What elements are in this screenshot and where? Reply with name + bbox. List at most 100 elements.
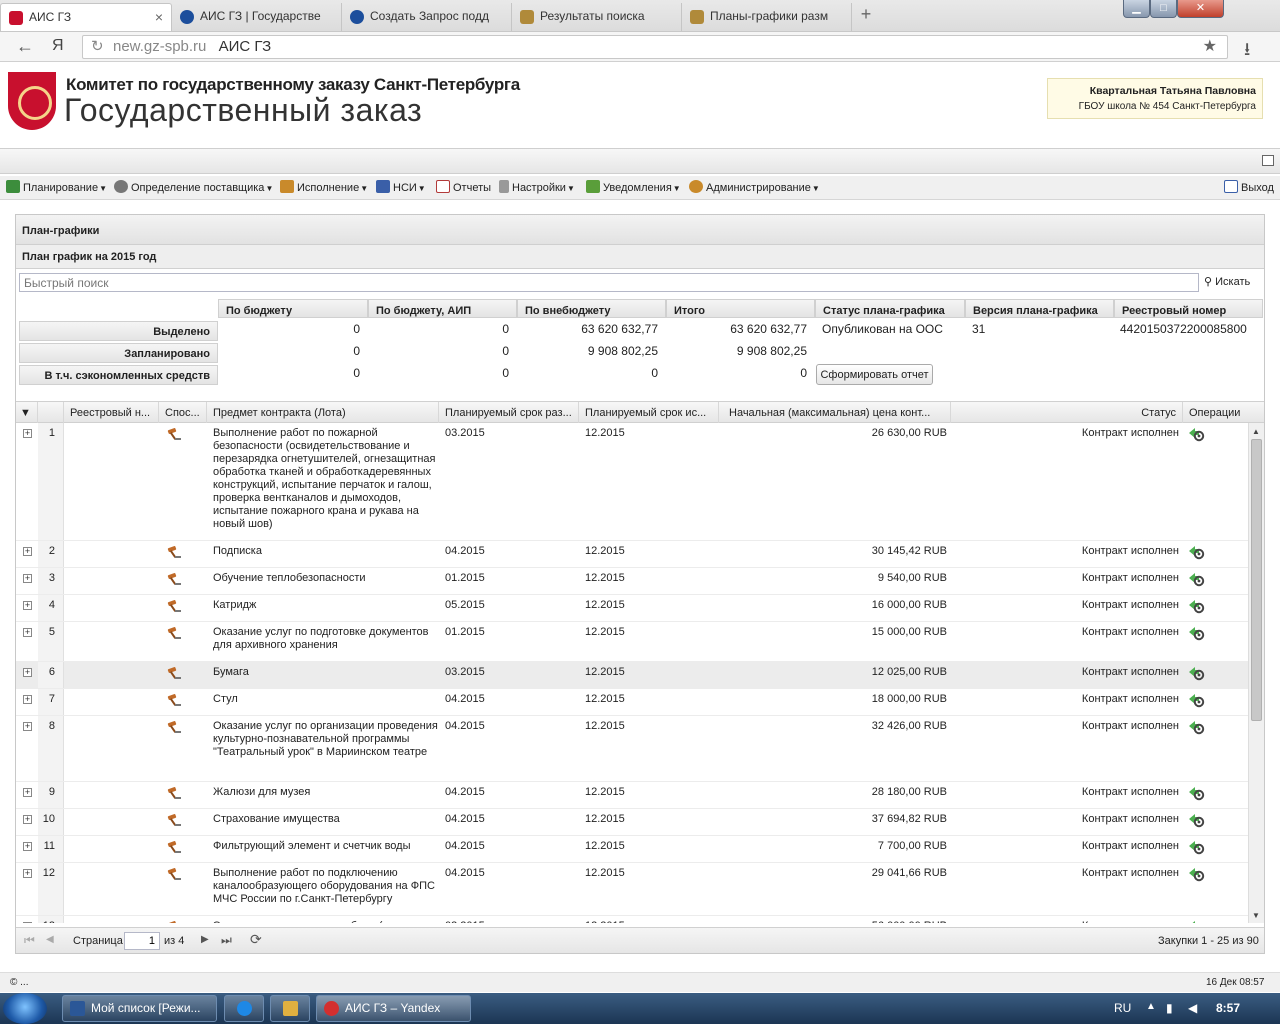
expand-row-icon[interactable]: +: [23, 815, 32, 824]
clock[interactable]: 8:57: [1216, 1001, 1240, 1015]
search-button[interactable]: ⚲ Искать: [1204, 275, 1250, 288]
expand-row-icon[interactable]: +: [23, 722, 32, 731]
back-button[interactable]: ←: [16, 36, 34, 56]
menu-nsi[interactable]: НСИ▼: [376, 180, 426, 197]
expand-row-icon[interactable]: +: [23, 788, 32, 797]
browser-tab-2[interactable]: АИС ГЗ | Государстве: [172, 3, 342, 31]
operations-gear-icon[interactable]: [1188, 786, 1205, 801]
table-row[interactable]: +2 Подписка 04.2015 12.2015 30 145,42 RUB Кон…: [16, 541, 1248, 568]
page-number-input[interactable]: [124, 932, 160, 950]
column-subject[interactable]: Предмет контракта (Лота): [207, 402, 439, 423]
tray-arrow-icon[interactable]: ▲: [1146, 1001, 1156, 1012]
expand-row-icon[interactable]: +: [23, 869, 32, 878]
url-field[interactable]: ↻ new.gz-spb.ru АИС ГЗ ★: [82, 35, 1228, 59]
column-registry[interactable]: Реестровый н...: [64, 402, 159, 423]
quick-search-input[interactable]: [19, 273, 1199, 292]
operations-gear-icon[interactable]: [1188, 867, 1205, 882]
expand-row-icon[interactable]: +: [23, 574, 32, 583]
prev-page-icon[interactable]: ◀: [46, 934, 54, 945]
column-filter-icon[interactable]: ▼: [16, 402, 38, 423]
column-method[interactable]: Спос...: [159, 402, 207, 423]
operations-gear-icon[interactable]: [1188, 840, 1205, 855]
operations-gear-icon[interactable]: [1188, 720, 1205, 735]
column-operations[interactable]: Операции: [1183, 402, 1264, 423]
operations-gear-icon[interactable]: [1188, 813, 1205, 828]
expand-row-icon[interactable]: +: [23, 668, 32, 677]
row-number: 2: [48, 545, 55, 557]
expand-row-icon[interactable]: +: [23, 547, 32, 556]
column-placement-date[interactable]: Планируемый срок раз...: [439, 402, 579, 423]
new-tab-button[interactable]: +: [857, 5, 875, 24]
operations-gear-icon[interactable]: [1188, 545, 1205, 560]
expand-row-icon[interactable]: +: [23, 695, 32, 704]
table-row[interactable]: +9 Жалюзи для музея 04.2015 12.2015 28 180,0…: [16, 782, 1248, 809]
window-close-button[interactable]: ✕: [1177, 0, 1224, 18]
expand-row-icon[interactable]: +: [23, 922, 32, 923]
window-minimize-button[interactable]: ▁: [1123, 0, 1150, 18]
expand-row-icon[interactable]: +: [23, 842, 32, 851]
operations-gear-icon[interactable]: [1188, 572, 1205, 587]
browser-tab-1[interactable]: АИС ГЗ ×: [0, 3, 172, 31]
refresh-icon[interactable]: ⟳: [250, 931, 262, 948]
table-row[interactable]: +6 Бумага 03.2015 12.2015 12 025,00 RUB Контр…: [16, 662, 1248, 689]
taskbar-item-explorer[interactable]: [270, 995, 310, 1022]
table-row[interactable]: +11 Фильтрующий элемент и счетчик воды 04.…: [16, 836, 1248, 863]
table-row[interactable]: +4 Катридж 05.2015 12.2015 16 000,00 RUB Конт…: [16, 595, 1248, 622]
table-row[interactable]: +7 Стул 04.2015 12.2015 18 000,00 RUB Контрак…: [16, 689, 1248, 716]
menu-administration[interactable]: Администрирование▼: [689, 180, 820, 197]
word-icon: [70, 1001, 85, 1016]
menu-settings[interactable]: Настройки▼: [499, 180, 575, 197]
placement-date-cell: 04.2015: [445, 693, 485, 705]
volume-icon[interactable]: ◀: [1188, 1001, 1197, 1015]
download-icon[interactable]: ⭳: [1244, 37, 1250, 67]
browser-tab-3[interactable]: Создать Запрос подд: [342, 3, 512, 31]
menu-planning[interactable]: Планирование▼: [6, 180, 107, 197]
table-row[interactable]: +1 Выполнение работ по пожарной безопасно…: [16, 423, 1248, 541]
column-status[interactable]: Статус: [951, 402, 1183, 423]
expand-row-icon[interactable]: +: [23, 601, 32, 610]
bookmark-star-icon[interactable]: ★: [1203, 36, 1217, 58]
grid-scrollbar[interactable]: ▲ ▼: [1248, 423, 1264, 923]
scroll-up-icon[interactable]: ▲: [1252, 427, 1260, 436]
menu-execution[interactable]: Исполнение▼: [280, 180, 368, 197]
taskbar-item-word[interactable]: Мой список [Режи...: [62, 995, 217, 1022]
yandex-logo-icon[interactable]: Я: [52, 36, 64, 56]
table-row[interactable]: +5 Оказание услуг по подготовке документо…: [16, 622, 1248, 662]
table-row[interactable]: +13 Электроизмерительные работы (замер со…: [16, 916, 1248, 923]
operations-gear-icon[interactable]: [1188, 427, 1205, 442]
exit-button[interactable]: Выход: [1224, 180, 1274, 196]
taskbar-item-ie[interactable]: [224, 995, 264, 1022]
reload-icon[interactable]: ↻: [91, 36, 104, 58]
operations-gear-icon[interactable]: [1188, 599, 1205, 614]
table-row[interactable]: +3 Обучение теплобезопасности 01.2015 12.20…: [16, 568, 1248, 595]
table-row[interactable]: +8 Оказание услуг по организации проведен…: [16, 716, 1248, 782]
tab-close-icon[interactable]: ×: [155, 4, 163, 31]
column-price[interactable]: Начальная (максимальная) цена конт...: [719, 402, 951, 423]
scrollbar-thumb[interactable]: [1251, 439, 1262, 721]
next-page-icon[interactable]: ▶: [201, 934, 209, 945]
browser-tab-5[interactable]: Планы-графики разм: [682, 3, 852, 31]
menu-reports[interactable]: Отчеты: [436, 180, 491, 196]
collapse-header-icon[interactable]: [1262, 155, 1274, 166]
expand-row-icon[interactable]: +: [23, 429, 32, 438]
table-row[interactable]: +12 Выполнение работ по подключению канал…: [16, 863, 1248, 916]
scroll-down-icon[interactable]: ▼: [1252, 911, 1260, 920]
menu-notifications[interactable]: Уведомления▼: [586, 180, 681, 197]
operations-gear-icon[interactable]: [1188, 666, 1205, 681]
table-row[interactable]: +10 Страхование имущества 04.2015 12.2015 37…: [16, 809, 1248, 836]
operations-gear-icon[interactable]: [1188, 693, 1205, 708]
generate-report-button[interactable]: Сформировать отчет: [816, 364, 933, 385]
window-maximize-button[interactable]: □: [1150, 0, 1177, 18]
taskbar-item-yandex[interactable]: АИС ГЗ – Yandex: [316, 995, 471, 1022]
menu-supplier[interactable]: Определение поставщика▼: [114, 180, 273, 197]
column-execution-date[interactable]: Планируемый срок ис...: [579, 402, 719, 423]
first-page-icon[interactable]: ⏮: [24, 933, 35, 948]
language-indicator[interactable]: RU: [1114, 1001, 1131, 1015]
network-icon[interactable]: ▮: [1166, 1001, 1173, 1015]
last-page-icon[interactable]: ⏭: [221, 933, 232, 948]
browser-tab-4[interactable]: Результаты поиска: [512, 3, 682, 31]
expand-row-icon[interactable]: +: [23, 628, 32, 637]
operations-gear-icon[interactable]: [1188, 626, 1205, 641]
start-button[interactable]: [3, 993, 47, 1024]
operations-gear-icon[interactable]: [1188, 920, 1205, 923]
